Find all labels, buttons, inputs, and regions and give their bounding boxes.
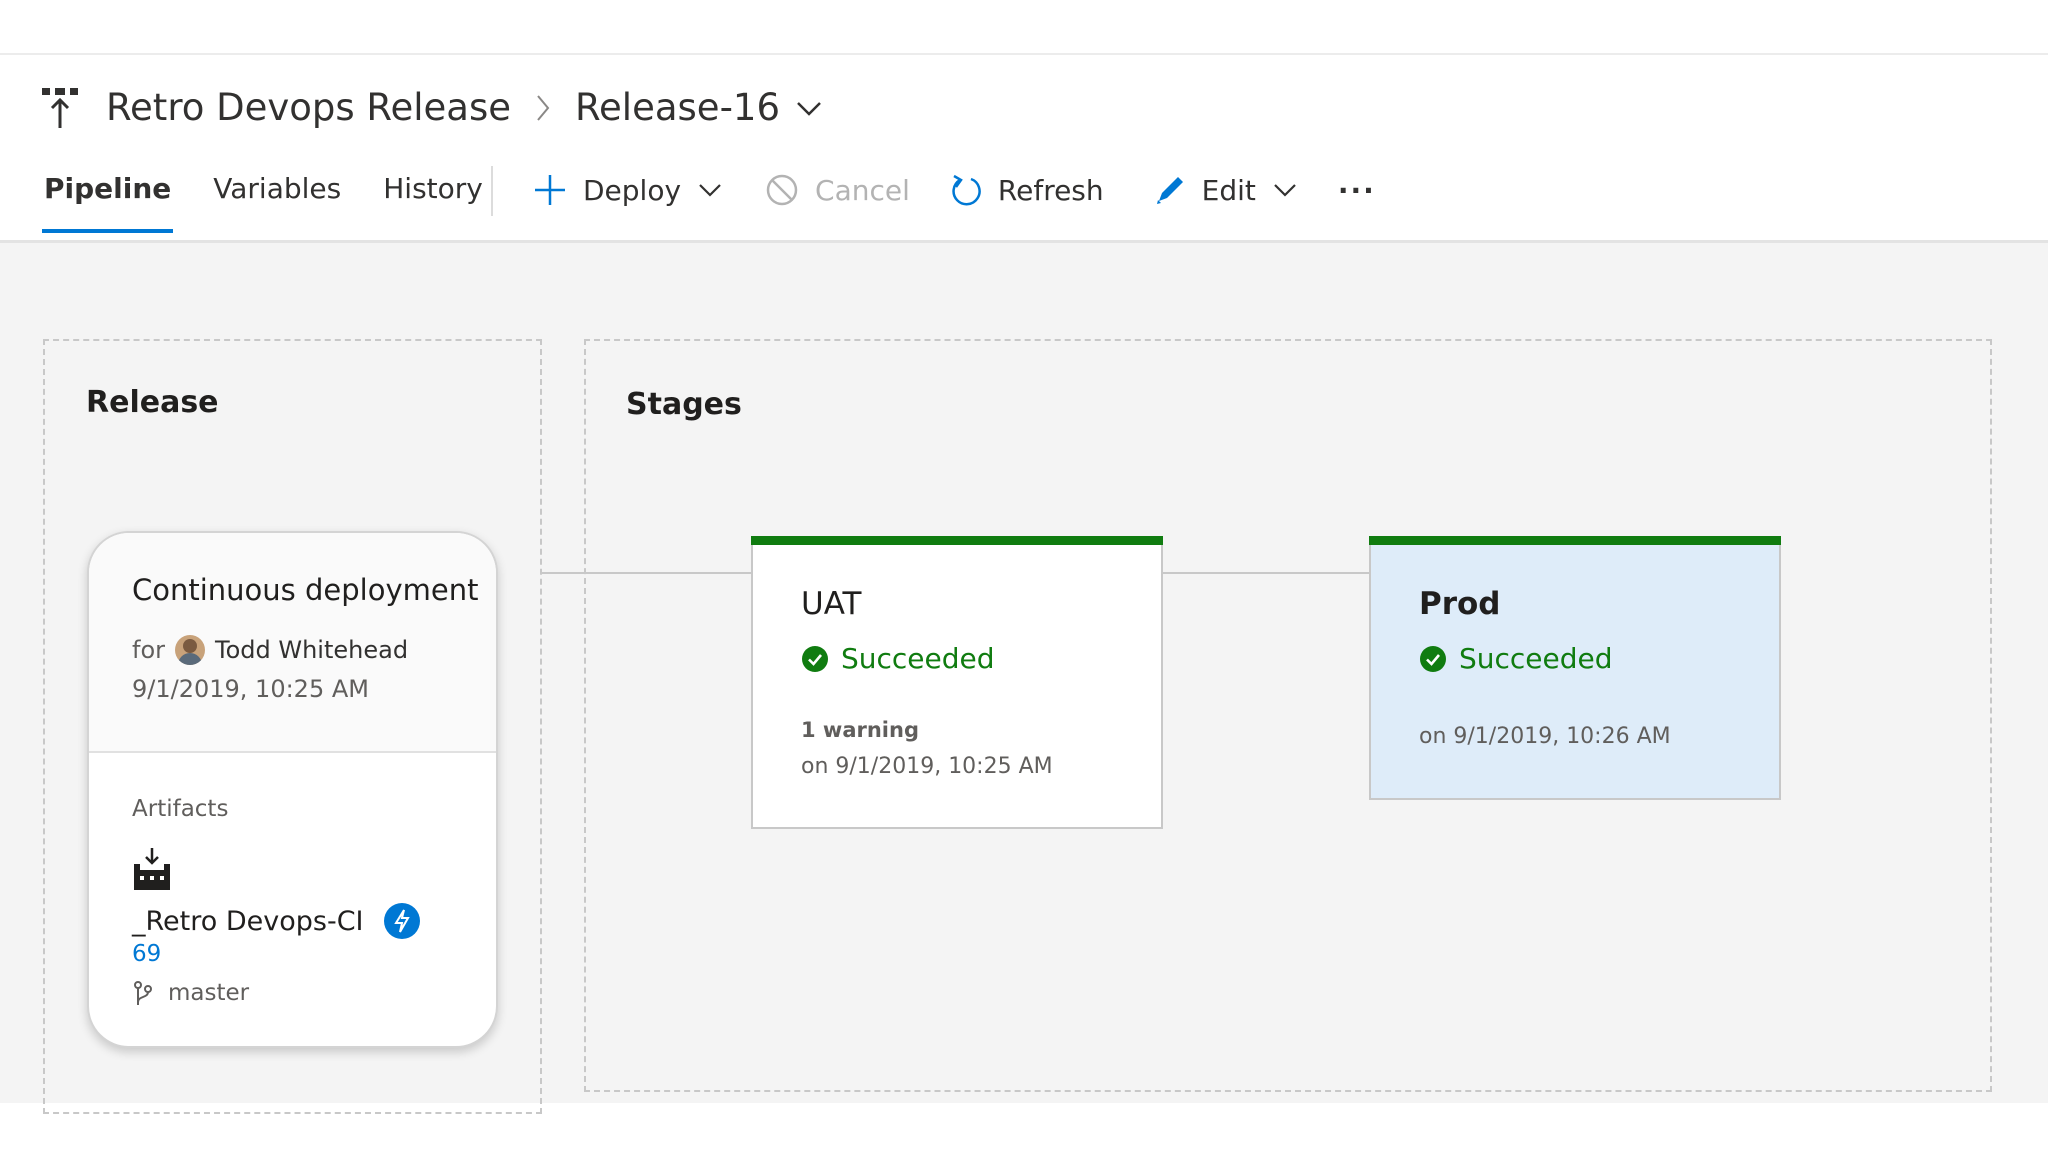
check-circle-icon bbox=[1420, 645, 1446, 672]
connector-line bbox=[542, 572, 751, 574]
deploy-label: Deploy bbox=[583, 173, 682, 207]
pencil-icon bbox=[1156, 177, 1183, 204]
stage-warning[interactable]: 1 warning bbox=[801, 718, 919, 742]
release-card[interactable]: Continuous deployment for Todd Whitehead… bbox=[87, 531, 498, 1048]
pipeline-name-link[interactable]: Retro Devops Release bbox=[106, 83, 511, 133]
stage-name: Prod bbox=[1419, 586, 1501, 622]
stage-status-text: Succeeded bbox=[841, 642, 995, 675]
tab-bar: Pipeline Variables History bbox=[41, 167, 525, 233]
tab-history[interactable]: History bbox=[383, 167, 483, 233]
release-date: 9/1/2019, 10:25 AM bbox=[132, 675, 369, 703]
toolbar: Deploy Cancel Refresh Edit ··· bbox=[533, 167, 1376, 213]
release-name[interactable]: Release-16 bbox=[575, 83, 780, 133]
branch-icon bbox=[134, 981, 152, 1005]
refresh-icon bbox=[952, 174, 981, 206]
chevron-down-icon bbox=[1274, 184, 1296, 197]
check-circle-icon bbox=[802, 645, 828, 672]
more-icon: ··· bbox=[1337, 173, 1376, 207]
stage-status-text: Succeeded bbox=[1459, 642, 1613, 675]
release-panel-title: Release bbox=[86, 385, 219, 420]
refresh-button[interactable]: Refresh bbox=[950, 173, 1104, 207]
edit-label: Edit bbox=[1201, 173, 1256, 207]
cancel-icon bbox=[766, 174, 798, 206]
chevron-down-icon bbox=[699, 184, 721, 197]
user-name: Todd Whitehead bbox=[215, 636, 409, 664]
release-pipeline-icon bbox=[42, 88, 78, 128]
artifacts-label: Artifacts bbox=[132, 796, 229, 822]
stage-status-bar bbox=[751, 536, 1163, 545]
more-actions-button[interactable]: ··· bbox=[1338, 174, 1376, 207]
cancel-label: Cancel bbox=[815, 173, 910, 207]
toolbar-divider bbox=[491, 166, 493, 216]
stage-status: Succeeded bbox=[1419, 642, 1613, 675]
edit-button[interactable]: Edit bbox=[1154, 174, 1298, 207]
release-trigger-title: Continuous deployment bbox=[132, 573, 479, 607]
branch: master bbox=[132, 980, 249, 1006]
stages-panel-title: Stages bbox=[626, 387, 742, 422]
cancel-button[interactable]: Cancel bbox=[765, 173, 910, 207]
for-label: for bbox=[132, 636, 165, 664]
tab-variables[interactable]: Variables bbox=[213, 167, 341, 233]
stage-card-prod[interactable]: Prod Succeeded on 9/1/2019, 10:26 AM bbox=[1369, 536, 1781, 800]
avatar bbox=[175, 635, 205, 665]
stage-name: UAT bbox=[801, 586, 862, 622]
chevron-down-icon[interactable] bbox=[794, 93, 824, 123]
stage-card-uat[interactable]: UAT Succeeded 1 warning on 9/1/2019, 10:… bbox=[751, 536, 1163, 829]
build-number-link[interactable]: 69 bbox=[132, 941, 161, 967]
stage-date: on 9/1/2019, 10:25 AM bbox=[801, 754, 1053, 779]
stage-status-bar bbox=[1369, 536, 1781, 545]
tab-pipeline[interactable]: Pipeline bbox=[41, 167, 174, 233]
lightning-icon bbox=[383, 903, 420, 939]
release-requested-for: for Todd Whitehead bbox=[132, 635, 408, 665]
release-trigger-section: Continuous deployment for Todd Whitehead… bbox=[89, 533, 496, 753]
deploy-button[interactable]: Deploy bbox=[533, 173, 723, 207]
stage-status: Succeeded bbox=[801, 642, 995, 675]
plus-icon bbox=[535, 175, 565, 205]
breadcrumb: Retro Devops Release Release-16 bbox=[40, 83, 824, 133]
branch-name: master bbox=[168, 980, 250, 1006]
artifact-name-text: _Retro Devops-CI bbox=[132, 905, 364, 937]
build-artifact-icon bbox=[134, 848, 170, 890]
stage-date: on 9/1/2019, 10:26 AM bbox=[1419, 724, 1671, 749]
refresh-label: Refresh bbox=[997, 173, 1104, 207]
artifact-name: _Retro Devops-CI bbox=[132, 903, 420, 939]
header-bar: Retro Devops Release Release-16 Pipeline… bbox=[0, 55, 2048, 243]
chevron-right-icon bbox=[537, 95, 550, 121]
connector-line bbox=[1163, 572, 1369, 574]
release-page: Retro Devops Release Release-16 Pipeline… bbox=[0, 53, 2048, 1114]
